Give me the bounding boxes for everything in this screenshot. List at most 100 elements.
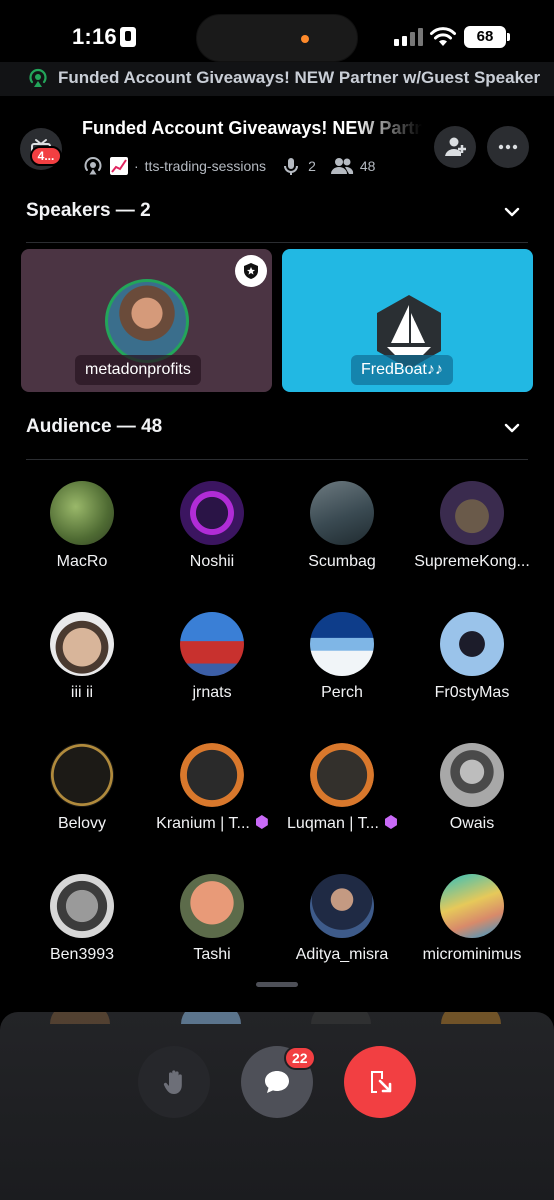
live-stage-banner[interactable]: Funded Account Giveaways! NEW Partner w/… xyxy=(0,62,554,96)
more-options-button[interactable] xyxy=(487,126,529,168)
separator-dot: · xyxy=(134,158,139,174)
channel-name: tts-trading-sessions xyxy=(144,158,267,174)
avatar xyxy=(180,612,244,676)
audience-section-header[interactable]: Audience — 48 xyxy=(26,408,528,448)
audience-member[interactable]: Fr0styMas xyxy=(407,612,537,722)
audience-member[interactable]: Aditya_misra xyxy=(277,874,407,984)
sheet-drag-handle[interactable] xyxy=(256,982,298,987)
stage-channel-icon xyxy=(84,157,102,175)
battery-tip xyxy=(507,33,510,41)
audience-member[interactable]: Belovy xyxy=(17,743,147,853)
audience-member[interactable]: iii ii xyxy=(17,612,147,722)
microphone-icon xyxy=(284,158,299,175)
notification-badge: 4... xyxy=(30,146,62,166)
speaker-name: metadonprofits xyxy=(75,355,201,385)
avatar xyxy=(50,481,114,545)
listener-count: 48 xyxy=(359,158,376,174)
member-name: Luqman | T... xyxy=(277,815,407,833)
stage-meta: · tts-trading-sessions 2 48 xyxy=(82,154,375,178)
audience-member[interactable]: SupremeKong... xyxy=(407,481,537,591)
avatar xyxy=(440,743,504,807)
invite-button[interactable] xyxy=(434,126,476,168)
member-name: jrnats xyxy=(192,684,232,701)
member-name: Perch xyxy=(321,684,363,701)
avatar xyxy=(181,1012,241,1024)
speaker-name: FredBoat♪♪ xyxy=(351,355,453,385)
speaker-count: 2 xyxy=(308,158,316,174)
live-banner-title: Funded Account Giveaways! NEW Partner w/… xyxy=(58,68,541,87)
more-icon xyxy=(498,144,518,150)
boost-gem-icon xyxy=(255,815,268,829)
audience-member[interactable]: Kranium | T... xyxy=(147,743,277,853)
clock: 1:16 xyxy=(72,24,117,49)
wifi-icon xyxy=(430,27,456,46)
chat-unread-badge: 22 xyxy=(284,1046,316,1070)
boost-gem-icon xyxy=(384,815,397,829)
avatar xyxy=(310,874,374,938)
member-name: Belovy xyxy=(57,815,107,832)
audience-member[interactable]: Perch xyxy=(277,612,407,722)
raise-hand-button[interactable] xyxy=(138,1046,210,1118)
status-bar: 1:16 68 xyxy=(0,0,554,62)
avatar xyxy=(310,743,374,807)
stage-header: 4... Funded Account Giveaways! NEW Partn… xyxy=(0,96,554,200)
cellular-signal-icon xyxy=(394,28,424,46)
member-name: Scumbag xyxy=(308,553,376,570)
member-name-text: Luqman | T... xyxy=(287,815,379,832)
audience-member[interactable]: Scumbag xyxy=(277,481,407,591)
speakers-label: Speakers — 2 xyxy=(26,200,151,221)
avatar xyxy=(180,481,244,545)
chart-emoji-icon xyxy=(110,157,128,175)
avatar xyxy=(180,743,244,807)
member-name: Noshii xyxy=(189,553,235,570)
member-name: microminimus xyxy=(422,946,522,963)
avatar xyxy=(105,279,189,363)
battery-indicator: 68 xyxy=(464,26,506,48)
audience-member[interactable]: Tashi xyxy=(147,874,277,984)
speaker-tile[interactable]: FredBoat♪♪ xyxy=(282,249,533,392)
add-person-icon xyxy=(445,137,466,156)
avatar xyxy=(50,612,114,676)
chevron-down-icon xyxy=(504,207,520,217)
avatar xyxy=(440,612,504,676)
stage-live-icon xyxy=(29,68,47,87)
member-name: Ben3993 xyxy=(49,946,115,963)
audience-member[interactable]: Owais xyxy=(407,743,537,853)
audience-member[interactable]: Luqman | T... xyxy=(277,743,407,853)
raise-hand-icon xyxy=(163,1070,182,1094)
avatar xyxy=(440,481,504,545)
section-divider xyxy=(26,459,528,460)
chevron-down-icon xyxy=(504,423,520,433)
speaker-tile[interactable]: metadonprofits xyxy=(21,249,272,392)
mic-in-use-indicator xyxy=(301,35,309,43)
stage-title: Funded Account Giveaways! NEW Partner w/… xyxy=(82,118,422,138)
avatar xyxy=(50,1012,110,1024)
leave-icon xyxy=(371,1071,392,1093)
member-name: Owais xyxy=(449,815,495,832)
leave-stage-button[interactable] xyxy=(344,1046,416,1118)
audience-member[interactable]: jrnats xyxy=(147,612,277,722)
member-name-text: Kranium | T... xyxy=(156,815,250,832)
member-name: iii ii xyxy=(70,684,94,701)
dynamic-island xyxy=(196,14,358,62)
audience-member[interactable]: Ben3993 xyxy=(17,874,147,984)
section-divider xyxy=(26,242,528,243)
avatar xyxy=(311,1012,371,1024)
member-name: MacRo xyxy=(56,553,108,570)
people-icon xyxy=(330,158,353,174)
audience-member[interactable]: MacRo xyxy=(17,481,147,591)
member-name: Kranium | T... xyxy=(147,815,277,833)
audience-member[interactable]: microminimus xyxy=(407,874,537,984)
member-name: Tashi xyxy=(193,946,231,963)
member-name: Aditya_misra xyxy=(295,946,389,963)
speakers-section-header[interactable]: Speakers — 2 xyxy=(26,192,528,232)
member-name: Fr0styMas xyxy=(434,684,510,701)
audience-label: Audience — 48 xyxy=(26,416,163,437)
focus-mode-icon xyxy=(120,27,136,47)
avatar xyxy=(310,612,374,676)
avatar xyxy=(310,481,374,545)
chat-bubble-icon xyxy=(265,1071,289,1093)
avatar xyxy=(180,874,244,938)
audience-member[interactable]: Noshii xyxy=(147,481,277,591)
member-name: SupremeKong... xyxy=(414,553,530,570)
